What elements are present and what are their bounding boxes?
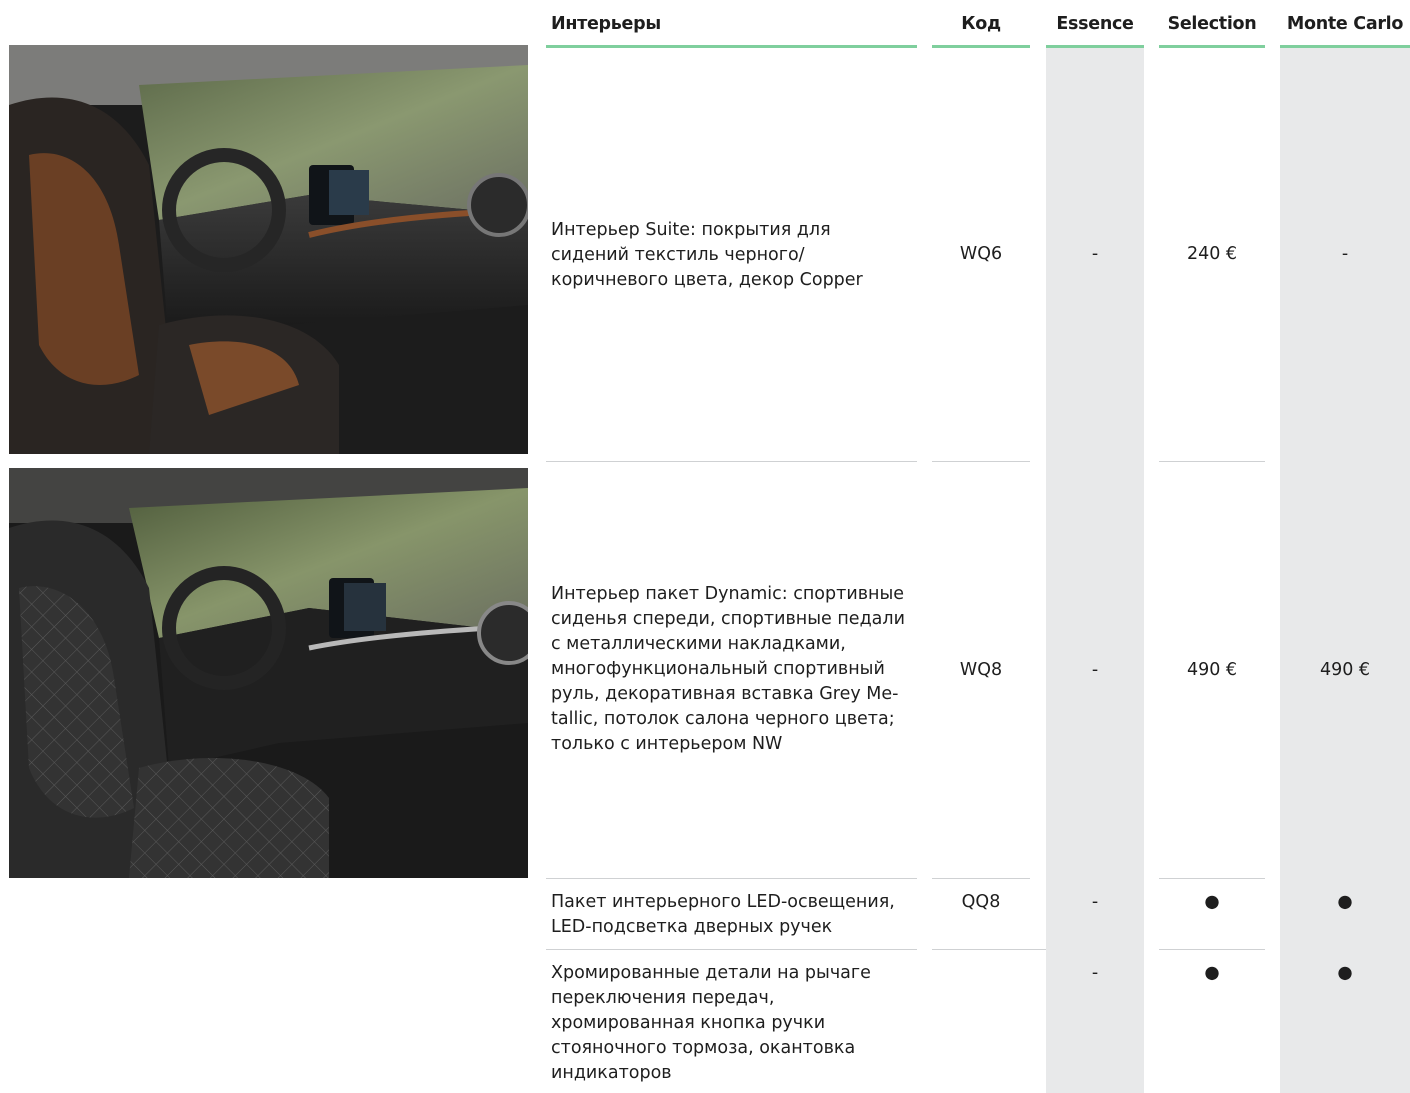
essence-column-background [1046,48,1144,1093]
interior-photo-suite [9,45,528,454]
row-1-essence: - [1091,244,1099,264]
row-1-selection: 240 € [1186,244,1238,264]
row-2-monte-carlo: 490 € [1319,660,1371,680]
header-code: Код [932,0,1030,48]
row-separator [932,949,1046,950]
row-4-description: Хромированные детали на рычаге переключе… [551,963,871,1083]
row-3-selection: ● [1204,892,1220,912]
row-1-description: Интерьер Suite: покрытия для сидений тек… [551,220,863,290]
row-separator [932,461,1030,462]
row-3-essence: - [1091,892,1099,912]
row-separator [546,461,917,462]
header-essence: Essence [1046,0,1144,48]
row-4-essence: - [1091,963,1099,983]
row-separator [1159,878,1265,879]
row-2-description: Интерьер пакет Dynamic: спортивные сиден… [551,584,905,754]
interior-photo-dynamic [9,468,528,878]
row-separator [546,949,917,950]
row-2-essence: - [1091,660,1099,680]
header-selection: Selection [1159,0,1265,48]
row-separator [932,878,1030,879]
row-separator [546,878,917,879]
row-1-monte-carlo: - [1341,244,1349,264]
row-3-code: QQ8 [961,892,1001,912]
row-separator [1159,949,1265,950]
row-4-selection: ● [1204,963,1220,983]
monte-carlo-column-background [1280,48,1410,1093]
row-1-code: WQ6 [959,244,1003,264]
row-3-description: Пакет интерьерного LED-освещения, LED-по… [551,892,895,937]
row-2-selection: 490 € [1186,660,1238,680]
header-interiors: Интерьеры [546,0,917,48]
header-monte-carlo: Monte Carlo [1280,0,1410,48]
row-4-monte-carlo: ● [1337,963,1353,983]
row-2-code: WQ8 [959,660,1003,680]
row-separator [1159,461,1265,462]
row-3-monte-carlo: ● [1337,892,1353,912]
